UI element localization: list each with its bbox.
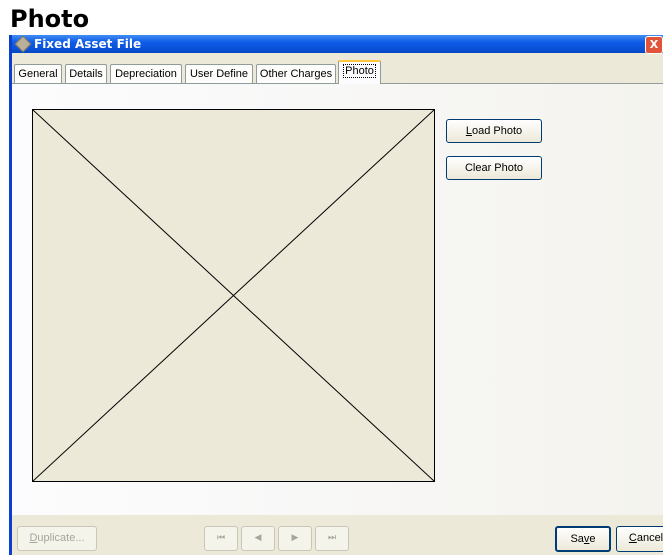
tab-strip: General Details Depreciation User Define… — [12, 60, 663, 84]
duplicate-label: uplicate... — [37, 532, 85, 544]
last-record-icon[interactable]: ⏭ — [315, 526, 349, 551]
load-photo-label: oad Photo — [471, 125, 523, 137]
cancel-label: ancel — [636, 532, 663, 544]
footer-bar: Duplicate... ⏮ ◀ ▶ ⏭ Save Cancel — [12, 520, 663, 555]
save-label-a: Sa — [570, 533, 584, 545]
page-title: Photo — [10, 5, 90, 33]
tab-user-define[interactable]: User Define — [185, 64, 253, 83]
window-titlebar[interactable]: Fixed Asset File X — [12, 35, 663, 54]
load-photo-button[interactable]: Load Photo — [446, 119, 542, 143]
tab-details[interactable]: Details — [65, 64, 107, 83]
fixed-asset-window: Fixed Asset File X General Details Depre… — [9, 35, 663, 555]
tab-depreciation[interactable]: Depreciation — [110, 64, 182, 83]
previous-record-icon[interactable]: ◀ — [241, 526, 275, 551]
tab-photo-label: Photo — [343, 64, 376, 78]
tab-photo[interactable]: Photo — [338, 60, 381, 84]
save-label-b: e — [589, 533, 596, 545]
duplicate-button[interactable]: Duplicate... — [17, 526, 97, 551]
first-record-icon[interactable]: ⏮ — [204, 526, 238, 551]
cancel-button[interactable]: Cancel — [616, 526, 663, 552]
window-title: Fixed Asset File — [34, 37, 142, 51]
tab-general[interactable]: General — [14, 64, 62, 83]
close-icon[interactable]: X — [645, 36, 663, 54]
cancel-mnemonic: C — [628, 532, 637, 544]
save-button[interactable]: Save — [555, 526, 611, 552]
photo-placeholder — [32, 109, 435, 482]
clear-photo-button[interactable]: Clear Photo — [446, 156, 542, 180]
tab-other-charges[interactable]: Other Charges — [256, 64, 336, 83]
window-icon — [14, 35, 32, 53]
next-record-icon[interactable]: ▶ — [278, 526, 312, 551]
empty-photo-cross — [33, 110, 434, 481]
photo-panel: Load Photo Clear Photo — [12, 83, 663, 515]
